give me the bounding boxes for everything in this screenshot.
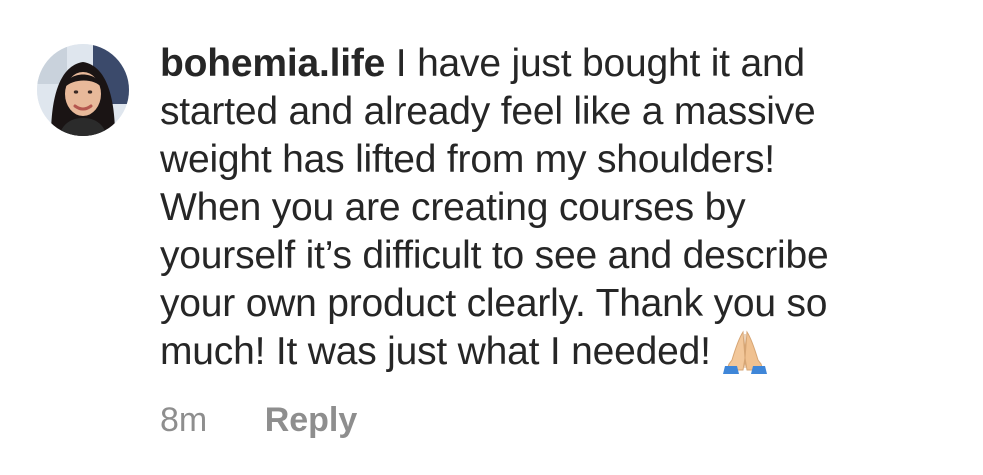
comment-line: bohemia.life I have just bought it and [160,40,960,88]
timestamp: 8m [160,401,208,439]
comment-text: yourself it’s difficult to see and descr… [160,234,829,277]
comment-text: your own product clearly. Thank you so [160,282,828,325]
avatar-photo [37,44,129,136]
comment-text: When you are creating courses by [160,186,746,229]
comment-text: weight has lifted from my shoulders! [160,138,775,181]
comment-text: I have just bought it and [395,42,805,85]
comment: bohemia.life I have just bought it and s… [0,0,983,475]
comment-body: bohemia.life I have just bought it and s… [160,40,960,376]
username-link[interactable]: bohemia.life [160,42,385,85]
folded-hands-icon [711,328,771,376]
comment-meta: 8m Reply [160,398,357,442]
avatar[interactable] [37,44,129,136]
comment-line: much! It was just what I needed! [160,328,960,376]
comment-text: much! It was just what I needed! [160,330,711,373]
reply-button[interactable]: Reply [265,398,358,442]
comment-text: started and already feel like a massive [160,90,816,133]
